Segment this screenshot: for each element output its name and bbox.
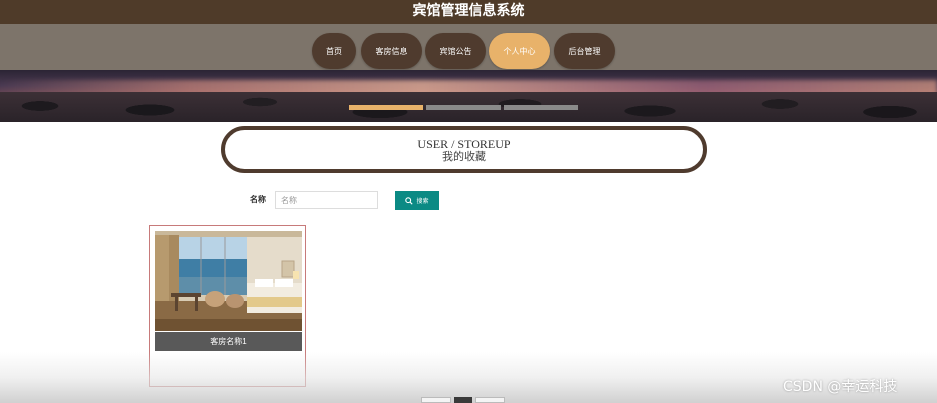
- room-image[interactable]: [155, 231, 302, 331]
- nav-item-label: 个人中心: [503, 46, 536, 56]
- site-title-bar: 宾馆管理信息系统: [0, 0, 937, 24]
- nav-item-admin[interactable]: 后台管理: [554, 33, 615, 69]
- banner-image: [0, 70, 937, 122]
- main-nav: 首页 客房信息 宾馆公告 个人中心 后台管理: [0, 24, 937, 72]
- nav-item-notices[interactable]: 宾馆公告: [425, 33, 486, 69]
- carousel-indicator-3[interactable]: [504, 105, 578, 110]
- watermark: CSDN @幸运科技: [783, 379, 898, 395]
- site-title: 宾馆管理信息系统: [412, 2, 525, 18]
- section-heading: USER / STOREUP 我的收藏: [221, 126, 707, 173]
- search-button[interactable]: 搜索: [395, 191, 439, 210]
- room-name[interactable]: 客房名称1: [155, 332, 302, 351]
- pager-prev-button[interactable]: [421, 397, 451, 403]
- carousel-indicator-1[interactable]: [349, 105, 423, 110]
- nav-item-label: 宾馆公告: [439, 46, 472, 56]
- search-button-label: 搜索: [416, 199, 429, 205]
- room-photo: [155, 231, 302, 331]
- search-input[interactable]: [275, 191, 378, 209]
- nav-item-label: 客房信息: [375, 46, 408, 56]
- nav-item-home[interactable]: 首页: [312, 33, 356, 69]
- search-label: 名称: [250, 195, 266, 204]
- heading-english: USER / STOREUP: [417, 137, 511, 151]
- search-icon: [405, 196, 414, 205]
- nav-item-label: 首页: [326, 46, 342, 56]
- nav-item-user-center[interactable]: 个人中心: [489, 33, 550, 69]
- favorite-card[interactable]: 客房名称1: [149, 225, 306, 387]
- nav-item-rooms[interactable]: 客房信息: [361, 33, 422, 69]
- pager-next-button[interactable]: [475, 397, 505, 403]
- heading-chinese: 我的收藏: [442, 150, 486, 163]
- carousel-indicator-2[interactable]: [426, 105, 501, 110]
- nav-item-label: 后台管理: [568, 46, 601, 56]
- pager-current-page[interactable]: [454, 397, 472, 403]
